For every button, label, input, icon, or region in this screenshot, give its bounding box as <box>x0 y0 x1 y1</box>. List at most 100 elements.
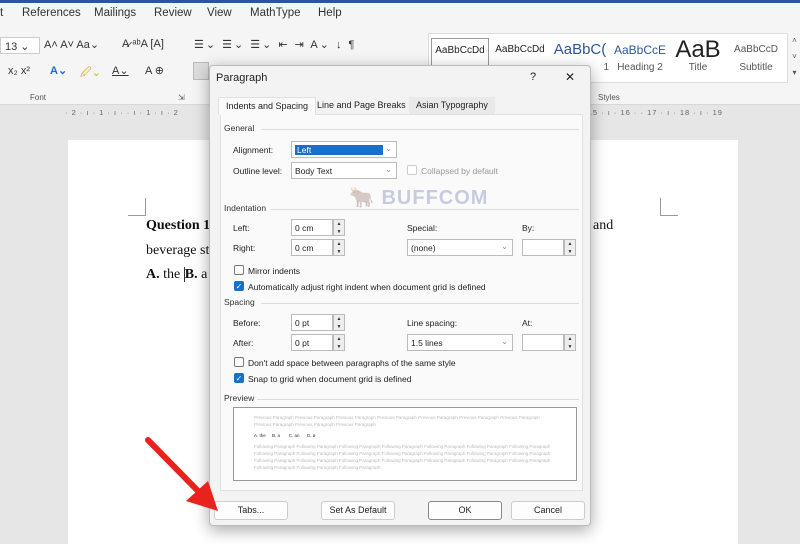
after-spinner[interactable]: ▲ ▼ <box>333 334 345 351</box>
option-b-text: a <box>197 267 208 282</box>
tab-indents-spacing[interactable]: Indents and Spacing <box>218 97 317 115</box>
auto-adjust-checkbox[interactable]: ✓ <box>234 281 244 291</box>
tab-line-page-breaks[interactable]: Line and Page Breaks <box>310 97 413 115</box>
highlight-icon[interactable]: 🖉⌄ <box>80 64 101 83</box>
font-group-label: Font <box>30 93 47 102</box>
watermark-text: BUFFCOM <box>381 187 489 209</box>
outline-level-select[interactable]: Body Text ⌄ <box>291 162 397 179</box>
margin-mark <box>660 198 678 216</box>
after-input[interactable]: 0 pt <box>291 334 333 351</box>
by-input[interactable] <box>522 239 564 256</box>
before-input[interactable]: 0 pt <box>291 314 333 331</box>
special-value: (none) <box>411 243 436 253</box>
doc-line3: A. the B. a <box>146 267 207 283</box>
paragraph-dialog: Paragraph ? ✕ Indents and Spacing Line a… <box>209 65 591 526</box>
by-label: By: <box>522 223 535 233</box>
mirror-indents-label: Mirror indents <box>248 266 300 276</box>
by-spinner[interactable]: ▲ ▼ <box>564 239 576 256</box>
preview-box: Previous Paragraph Previous Paragraph Pr… <box>233 407 577 481</box>
style-name: Subtitle <box>739 62 773 73</box>
red-arrow-annotation <box>145 437 218 511</box>
ruler-right-ticks: ı · 15 · ı · 16 · · 17 · ı · 18 · ı · 19 <box>575 108 723 117</box>
left-indent-spinner[interactable]: ▲ ▼ <box>333 219 345 236</box>
styles-scroll-icon[interactable]: ˄ ˅ ▾ <box>789 33 800 83</box>
help-button[interactable]: ? <box>530 71 536 83</box>
shading-icon[interactable]: A ⊕ <box>145 64 164 77</box>
ok-button[interactable]: OK <box>428 501 502 520</box>
font-color-icon[interactable]: A⌄ <box>112 64 129 77</box>
style-heading-2[interactable]: AaBbCcE Heading 2 <box>611 38 669 73</box>
right-indent-spinner[interactable]: ▲ ▼ <box>333 239 345 256</box>
style-name: Heading 2 <box>617 62 663 73</box>
ruler-left-ticks: · 2 · ı · 1 · ı · · ı · 1 · ı · 2 <box>65 108 179 117</box>
dont-add-space-label: Don't add space between paragraphs of th… <box>248 358 456 368</box>
outline-level-label: Outline level: <box>233 166 283 176</box>
line-spacing-value: 1.5 lines <box>411 338 443 348</box>
style-no-spacing[interactable]: AaBbCcDd <box>491 38 549 62</box>
chevron-down-icon: ⌄ <box>385 144 392 153</box>
title-bar-strip <box>0 0 800 3</box>
cancel-button[interactable]: Cancel <box>511 501 585 520</box>
font-dialog-launcher-icon[interactable]: ⇲ <box>178 93 185 102</box>
text-effects-icon[interactable]: A⌄ <box>50 64 67 77</box>
subscript-superscript-icons[interactable]: x₂ x² <box>8 65 30 77</box>
general-heading: General <box>224 123 255 133</box>
right-indent-label: Right: <box>233 243 256 253</box>
chevron-down-icon: ⌄ <box>501 337 508 346</box>
menu-insert[interactable]: t <box>0 7 3 19</box>
dialog-title: Paragraph <box>216 72 268 84</box>
right-indent-input[interactable]: 0 cm <box>291 239 333 256</box>
indents-spacing-panel: General Alignment: Left ⌄ Outline level: … <box>220 114 583 491</box>
special-select[interactable]: (none) ⌄ <box>407 239 513 256</box>
auto-adjust-label: Automatically adjust right indent when d… <box>248 282 486 292</box>
before-spinner[interactable]: ▲ ▼ <box>333 314 345 331</box>
tab-asian-typography[interactable]: Asian Typography <box>409 97 495 115</box>
preview-previous: Previous Paragraph Previous Paragraph Pr… <box>254 415 540 427</box>
menu-view[interactable]: View <box>207 7 232 19</box>
close-button[interactable]: ✕ <box>565 70 575 84</box>
style-sample: AaB <box>675 38 721 62</box>
snap-to-grid-label: Snap to grid when document grid is defin… <box>248 374 412 384</box>
before-label: Before: <box>233 318 261 328</box>
collapsed-checkbox[interactable] <box>407 165 417 175</box>
style-subtitle[interactable]: AaBbCcD Subtitle <box>727 38 785 73</box>
set-as-default-button[interactable]: Set As Default <box>321 501 395 520</box>
left-indent-label: Left: <box>233 223 250 233</box>
clear-format-icon[interactable]: A̷ ᵃᵇA [A] <box>122 38 164 50</box>
left-indent-input[interactable]: 0 cm <box>291 219 333 236</box>
chevron-down-icon: ⌄ <box>501 242 508 251</box>
styles-group-label: Styles <box>598 93 620 102</box>
doc-line1-end: and <box>593 218 614 233</box>
line-spacing-select[interactable]: 1.5 lines ⌄ <box>407 334 513 351</box>
dont-add-space-checkbox[interactable] <box>234 357 244 367</box>
preview-following: Following Paragraph Following Paragraph … <box>254 444 551 470</box>
align-left-button[interactable] <box>193 62 209 80</box>
at-spinner[interactable]: ▲ ▼ <box>564 334 576 351</box>
style-sample: AaBbCcDd <box>435 45 485 56</box>
menu-references[interactable]: References <box>22 7 81 19</box>
snap-to-grid-checkbox[interactable]: ✓ <box>234 373 244 383</box>
style-sample: AaBbCcE <box>613 43 667 57</box>
after-label: After: <box>233 338 254 348</box>
at-input[interactable] <box>522 334 564 351</box>
menu-review[interactable]: Review <box>154 7 192 19</box>
alignment-select[interactable]: Left ⌄ <box>291 141 397 158</box>
menu-mailings[interactable]: Mailings <box>94 7 136 19</box>
style-title[interactable]: AaB Title <box>669 38 727 73</box>
alignment-label: Alignment: <box>233 145 274 155</box>
line-spacing-label: Line spacing: <box>407 318 458 328</box>
preview-sample: A. the B. a C. an D. ø <box>254 433 316 438</box>
style-sample: AaBbCcDd <box>495 44 545 55</box>
menu-help[interactable]: Help <box>318 7 342 19</box>
font-size-select[interactable]: 13 ⌄ <box>0 37 40 54</box>
at-label: At: <box>522 318 533 328</box>
indentation-heading: Indentation <box>224 203 267 213</box>
menu-mathtype[interactable]: MathType <box>250 7 301 19</box>
list-icons[interactable]: ☰⌄ ☰⌄ ☰⌄ ⇤ ⇥ A⌄ ↓ ¶ <box>194 38 356 51</box>
special-label: Special: <box>407 223 438 233</box>
mirror-indents-checkbox[interactable] <box>234 265 244 275</box>
option-b-label: B. <box>183 267 198 282</box>
alignment-value: Left <box>295 145 383 155</box>
grow-font-icon[interactable]: A˄ A˅ Aa⌄ <box>44 38 99 51</box>
spacing-heading: Spacing <box>224 297 255 307</box>
